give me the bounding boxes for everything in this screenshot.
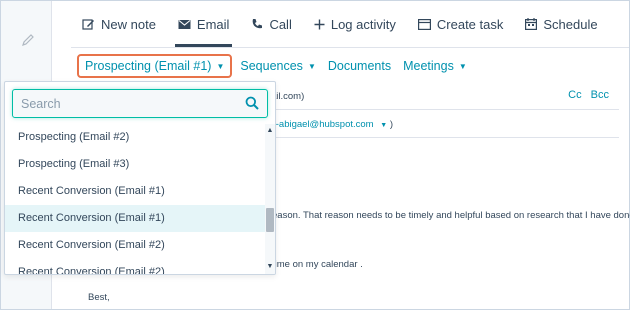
calendar-icon <box>525 18 538 30</box>
tab-label: New note <box>101 16 156 32</box>
cc-bcc-links: Cc Bcc <box>562 89 609 101</box>
phone-icon <box>253 19 263 29</box>
activity-tabs: New note Email Call Log activity Create … <box>71 1 629 47</box>
edit-icon <box>82 18 94 30</box>
caret-down-icon: ▼ <box>380 122 388 129</box>
tab-divider <box>71 47 629 48</box>
body-line-fragment[interactable]: eason. That reason needs to be timely an… <box>272 210 630 221</box>
tab-call[interactable]: Call <box>240 1 302 47</box>
template-option-hovered[interactable]: Recent Conversion (Email #1) <box>5 205 265 232</box>
meetings-label: Meetings <box>403 59 454 73</box>
from-address-text: k-abigael@hubspot.com <box>271 119 374 130</box>
template-option[interactable]: Recent Conversion (Email #2) <box>5 259 265 274</box>
body-signoff[interactable]: Best, <box>88 292 110 303</box>
tab-label: Schedule <box>543 16 598 32</box>
template-option[interactable]: Recent Conversion (Email #1) <box>5 178 265 205</box>
tab-log-activity[interactable]: Log activity <box>303 1 407 47</box>
tab-new-note[interactable]: New note <box>71 1 167 47</box>
body-line-fragment[interactable]: time on my calendar . <box>272 259 363 270</box>
from-paren: ) <box>389 119 393 130</box>
template-search-box <box>12 89 268 118</box>
caret-down-icon: ▼ <box>216 61 225 71</box>
tab-email[interactable]: Email <box>167 1 241 47</box>
caret-down-icon: ▼ <box>458 61 467 71</box>
search-icon[interactable] <box>245 96 259 110</box>
dropdown-scrollbar[interactable]: ▲ ▼ <box>265 124 275 274</box>
bcc-link[interactable]: Bcc <box>591 89 609 101</box>
template-option[interactable]: Prospecting (Email #2) <box>5 124 265 151</box>
envelope-icon <box>178 19 191 29</box>
templates-dropdown-menu: Prospecting (Email #2) Prospecting (Emai… <box>4 81 276 275</box>
from-address-fragment[interactable]: k-abigael@hubspot.com ▼ ) <box>271 119 393 130</box>
tab-label: Create task <box>436 16 504 32</box>
tab-label: Call <box>269 16 292 32</box>
templates-dropdown-button[interactable]: Prospecting (Email #1) ▼ <box>77 54 233 78</box>
documents-link[interactable]: Documents <box>324 59 395 73</box>
email-toolbar: Prospecting (Email #1) ▼ Sequences ▼ Doc… <box>77 53 471 79</box>
tab-create-task[interactable]: Create task <box>407 1 514 47</box>
sequences-label: Sequences <box>240 59 303 73</box>
tab-schedule[interactable]: Schedule <box>514 1 608 47</box>
tab-label: Email <box>196 16 230 32</box>
meetings-dropdown-button[interactable]: Meetings ▼ <box>399 59 471 73</box>
sequences-dropdown-button[interactable]: Sequences ▼ <box>236 59 319 73</box>
plus-icon <box>314 19 325 29</box>
template-search-input[interactable] <box>13 90 233 117</box>
pencil-icon[interactable] <box>21 33 35 47</box>
template-option[interactable]: Prospecting (Email #3) <box>5 151 265 178</box>
email-composer-panel: New note Email Call Log activity Create … <box>0 0 630 310</box>
scroll-up-arrow-icon[interactable]: ▲ <box>265 126 275 136</box>
scrollbar-thumb[interactable] <box>266 208 274 232</box>
caret-down-icon: ▼ <box>307 61 316 71</box>
template-list: Prospecting (Email #2) Prospecting (Emai… <box>5 124 265 274</box>
cc-link[interactable]: Cc <box>568 89 581 101</box>
scroll-down-arrow-icon[interactable]: ▼ <box>265 262 275 272</box>
templates-label: Prospecting (Email #1) <box>85 59 212 73</box>
documents-label: Documents <box>327 59 392 73</box>
template-option[interactable]: Recent Conversion (Email #2) <box>5 232 265 259</box>
tab-label: Log activity <box>330 16 396 32</box>
task-icon <box>417 18 431 30</box>
